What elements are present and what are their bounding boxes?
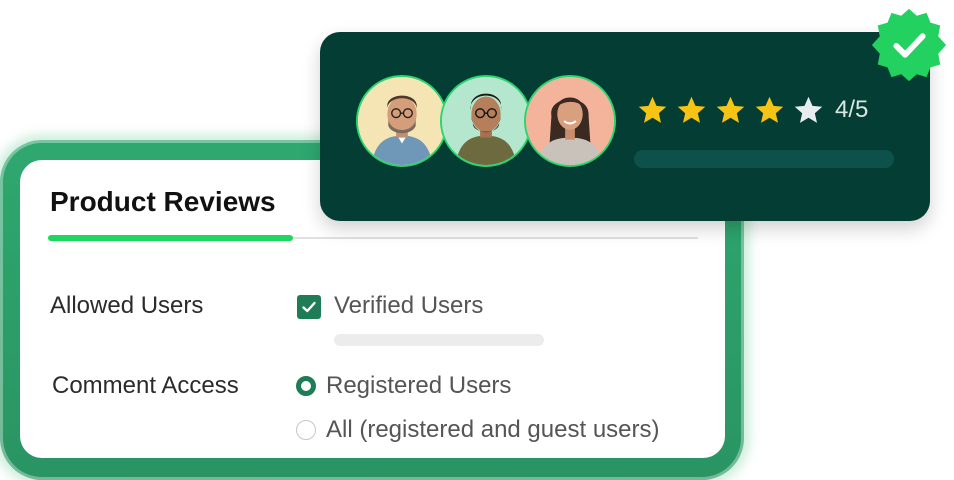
smiling-woman-avatar xyxy=(524,75,616,167)
star-filled-icon xyxy=(716,96,745,123)
allowed-users-label: Allowed Users xyxy=(50,292,204,319)
placeholder-bar xyxy=(334,334,544,346)
tab-underline-active xyxy=(48,235,293,241)
man-with-glasses-avatar xyxy=(356,75,448,167)
review-rating-card: 4/5 xyxy=(320,32,930,221)
registered-users-option[interactable]: Registered Users xyxy=(326,372,511,400)
star-empty-icon xyxy=(794,96,823,123)
checkmark-icon xyxy=(302,301,316,313)
panel-title: Product Reviews xyxy=(50,186,276,217)
registered-users-radio[interactable] xyxy=(296,376,316,396)
star-rating xyxy=(636,94,825,127)
rating-value: 4/5 xyxy=(835,96,869,123)
star-filled-icon xyxy=(677,96,706,123)
comment-access-label: Comment Access xyxy=(52,372,239,399)
star-filled-icon xyxy=(755,96,784,123)
star-filled-icon xyxy=(638,96,667,123)
verified-users-checkbox[interactable] xyxy=(297,295,321,319)
all-users-option[interactable]: All (registered and guest users) xyxy=(326,416,660,444)
review-placeholder-bar xyxy=(634,150,894,168)
verified-check-badge-icon xyxy=(871,8,947,82)
all-users-radio[interactable] xyxy=(296,420,316,440)
verified-users-option[interactable]: Verified Users xyxy=(334,292,483,320)
bearded-man-avatar xyxy=(440,75,532,167)
